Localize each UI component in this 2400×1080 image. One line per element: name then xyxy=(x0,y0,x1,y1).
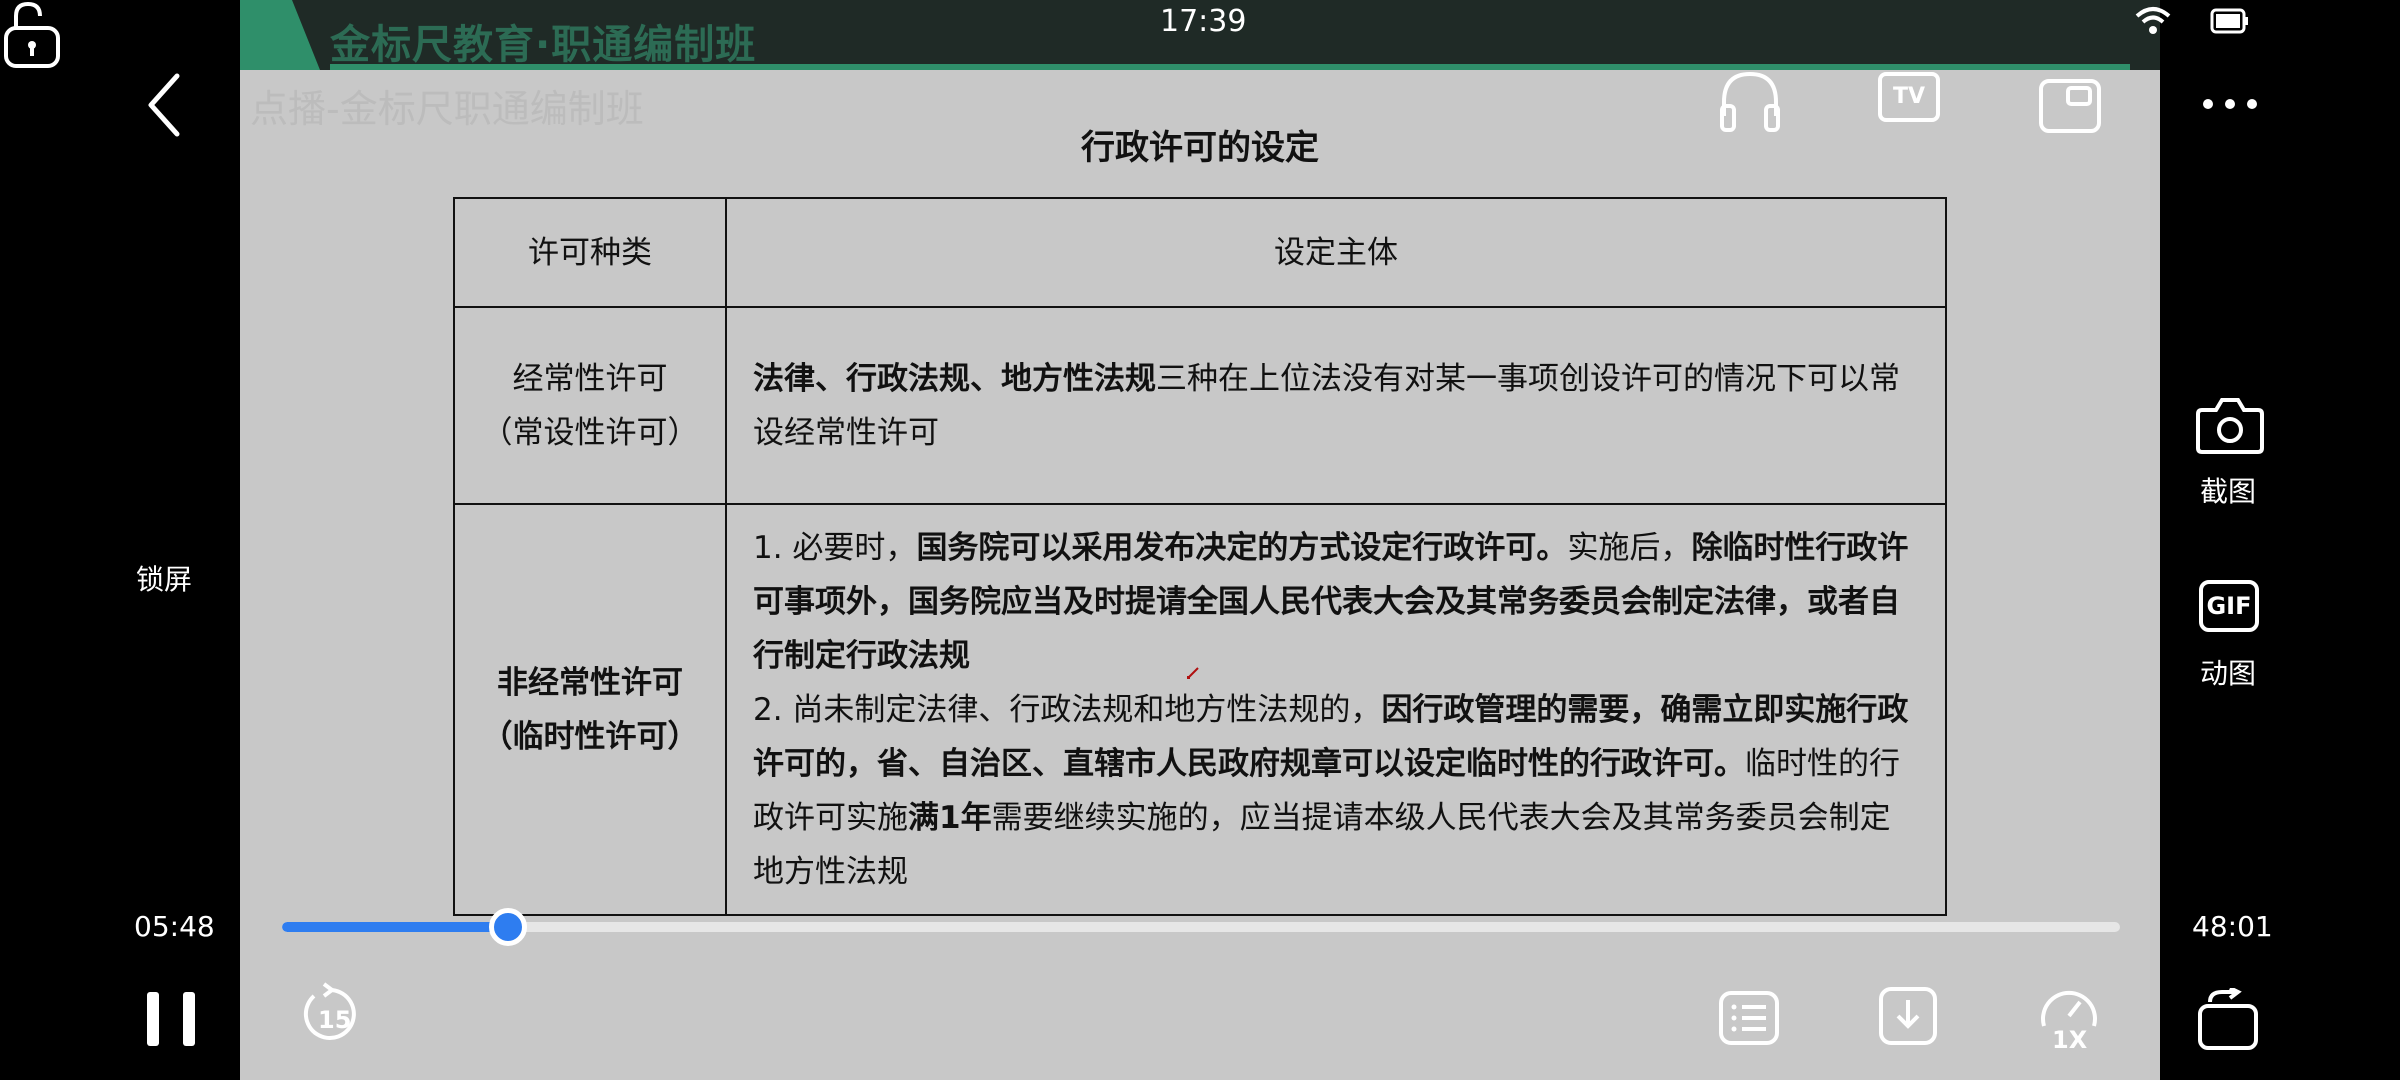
rotate-screen-icon[interactable] xyxy=(2196,988,2260,1052)
paragraph-2: 2. 尚未制定法律、行政法规和地方性法规的，因行政管理的需要，确需立即实施行政许… xyxy=(753,683,1919,899)
pen-cursor-icon xyxy=(1187,667,1199,679)
body-text: 实施后， xyxy=(1567,529,1692,566)
gif-icon-text: GIF xyxy=(2206,592,2252,620)
setting-subject-cell: 1. 必要时，国务院可以采用发布决定的方式设定行政许可。实施后，除临时性行政许可… xyxy=(725,503,1947,916)
permit-table: 许可种类 设定主体 经常性许可 （常设性许可） 法律、行政法规、地方性法规三种在… xyxy=(453,197,1947,916)
slide-title: 行政许可的设定 xyxy=(1081,128,1319,168)
speed-gauge-icon[interactable] xyxy=(2038,986,2100,1030)
video-area[interactable]: 金标尺教育·职通编制班 点播-金标尺职通编制班 行政许可的设定 许可种类 设定主… xyxy=(240,0,2160,1080)
table-row: 经常性许可 （常设性许可） 法律、行政法规、地方性法规三种在上位法没有对某一事项… xyxy=(453,306,1947,505)
setting-subject-cell: 法律、行政法规、地方性法规三种在上位法没有对某一事项创设许可的情况下可以常设经常… xyxy=(725,306,1947,505)
current-time: 05:48 xyxy=(134,910,215,943)
tv-cast-icon[interactable]: TV xyxy=(1878,72,1940,122)
tv-icon-text: TV xyxy=(1892,84,1926,109)
unlock-icon[interactable] xyxy=(0,0,64,70)
permit-type-alias: （临时性许可） xyxy=(481,718,699,755)
table-header-row: 许可种类 设定主体 xyxy=(453,197,1947,308)
permit-type-cell: 非经常性许可 （临时性许可） xyxy=(453,503,727,916)
screenshot-label: 截图 xyxy=(2200,475,2257,508)
bold-text: 满1年 xyxy=(908,799,992,836)
speed-label: 1X xyxy=(2052,1026,2088,1054)
permit-type-name: 非经常性许可 xyxy=(497,664,683,701)
total-time: 48:01 xyxy=(2192,910,2273,943)
gif-icon[interactable]: GIF xyxy=(2199,580,2259,632)
lock-label: 锁屏 xyxy=(136,563,193,596)
back-arrow-icon[interactable] xyxy=(143,70,183,140)
progress-thumb[interactable] xyxy=(488,908,527,946)
pip-icon[interactable] xyxy=(2038,78,2102,134)
battery-icon xyxy=(2210,8,2248,34)
download-icon[interactable] xyxy=(1878,986,1938,1046)
progress-bar[interactable] xyxy=(282,922,2120,932)
brand-name: 金标尺教育·职通编制班 xyxy=(330,22,757,68)
permit-type-name: 经常性许可 xyxy=(512,360,668,397)
progress-fill xyxy=(282,922,503,932)
header-setting-subject: 设定主体 xyxy=(725,197,1947,308)
body-text: 2. 尚未制定法律、行政法规和地方性法规的， xyxy=(753,691,1382,728)
replay-seconds: 15 xyxy=(318,1006,352,1034)
gif-label: 动图 xyxy=(2200,657,2257,690)
header-permit-type: 许可种类 xyxy=(453,197,727,308)
camera-icon[interactable] xyxy=(2196,396,2264,454)
permit-type-cell: 经常性许可 （常设性许可） xyxy=(453,306,727,505)
table-row: 非经常性许可 （临时性许可） 1. 必要时，国务院可以采用发布决定的方式设定行政… xyxy=(453,503,1947,916)
wifi-icon xyxy=(2135,7,2171,34)
paragraph-1: 1. 必要时，国务院可以采用发布决定的方式设定行政许可。实施后，除临时性行政许可… xyxy=(753,521,1919,683)
headphone-icon[interactable] xyxy=(1718,70,1782,132)
bold-text: 国务院可以采用发布决定的方式设定行政许可。 xyxy=(916,529,1568,566)
pause-icon[interactable] xyxy=(145,990,197,1048)
playlist-icon[interactable] xyxy=(1718,990,1780,1046)
bold-text: 法律、行政法规、地方性法规 xyxy=(753,360,1156,397)
body-text: 1. 必要时， xyxy=(753,529,917,566)
more-icon[interactable] xyxy=(2200,96,2260,112)
status-time: 17:39 xyxy=(1160,4,1247,39)
permit-type-alias: （常设性许可） xyxy=(481,414,699,451)
